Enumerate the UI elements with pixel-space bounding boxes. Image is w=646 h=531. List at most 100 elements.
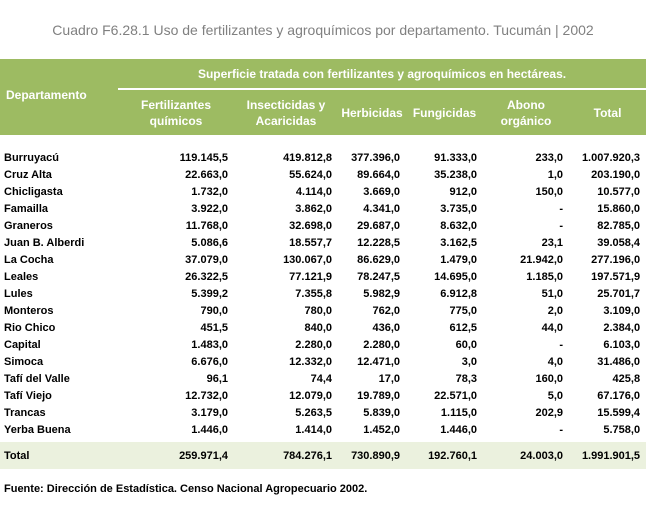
row-value-cell: 22.571,0 (434, 389, 477, 402)
row-value-cell: 6.103,0 (603, 338, 641, 351)
row-value-cell: 912,0 (449, 185, 477, 198)
table-title: Cuadro F6.28.1 Uso de fertilizantes y ag… (52, 22, 594, 38)
row-value-cell: 78.247,5 (357, 270, 400, 283)
row-value-cell: 19.789,0 (357, 389, 400, 402)
row-value-cell: - (559, 423, 563, 436)
row-value-cell: 10.577,0 (597, 185, 641, 198)
row-value-cell: 77.121,9 (289, 270, 332, 283)
row-departamento: Monteros (4, 304, 54, 317)
row-value-cell: 5,0 (547, 389, 563, 402)
row-value-cell: 39.058,4 (597, 236, 641, 249)
row-value-cell: 1.115,0 (440, 406, 477, 419)
row-departamento: Famailla (4, 202, 49, 215)
total-label: Total (0, 442, 118, 469)
row-value-cell: 5.982,9 (363, 287, 400, 300)
row-value-cell: 12.732,0 (185, 389, 228, 402)
table-footer: Total 259.971,4 784.276,1 730.890,9 192.… (0, 442, 646, 469)
source-note: Fuente: Dirección de Estadística. Censo … (4, 483, 368, 495)
row-value-cell: 1.479,0 (440, 253, 477, 266)
page: Cuadro F6.28.1 Uso de fertilizantes y ag… (0, 0, 646, 531)
row-value-cell: 233,0 (535, 151, 563, 164)
row-value-cell: 377.396,0 (351, 151, 400, 164)
row-value-cell: 3.109,0 (603, 304, 641, 317)
row-value-cell: 1,0 (547, 168, 563, 181)
row-value-cell: 12.471,0 (357, 355, 400, 368)
row-value-cell: 96,1 (206, 372, 228, 385)
row-departamento: Trancas (4, 406, 46, 419)
table-row: Simoca 6.676,0 12.332,0 12.471,0 3,0 4,0 31.48… (0, 353, 646, 370)
row-departamento: Capital (4, 338, 41, 351)
header-fungicidas: Fungicidas (406, 89, 483, 135)
row-value-cell: 840,0 (304, 321, 332, 334)
row-value-cell: 3.922,0 (191, 202, 228, 215)
row-value-cell: 91.333,0 (434, 151, 477, 164)
row-value-cell: 451,5 (200, 321, 228, 334)
row-value-cell: 23,1 (541, 236, 563, 249)
row-departamento: Graneros (4, 219, 53, 232)
row-value-cell: 1.446,0 (191, 423, 228, 436)
table-row: Trancas 3.179,0 5.263,5 5.839,0 1.115,0 202,9… (0, 404, 646, 421)
row-value-cell: 277.196,0 (591, 253, 641, 266)
row-value-cell: 1.185,0 (526, 270, 563, 283)
header-abono: Abono orgánico (483, 89, 569, 135)
row-value-cell: 11.768,0 (185, 219, 228, 232)
table-row: Burruyacú 119.145,5 419.812,8 377.396,0 91.3… (0, 149, 646, 166)
row-value-cell: 55.624,0 (289, 168, 332, 181)
row-value-cell: 14.695,0 (434, 270, 477, 283)
row-value-cell: 82.785,0 (597, 219, 641, 232)
row-value-cell: 197.571,9 (591, 270, 641, 283)
row-value-cell: 74,4 (310, 372, 332, 385)
row-value-cell: 6.912,8 (440, 287, 477, 300)
row-value-cell: 150,0 (535, 185, 563, 198)
row-value-cell: 67.176,0 (597, 389, 641, 402)
total-cell: 784.276,1 (234, 442, 338, 469)
row-departamento: Tafí Viejo (4, 389, 52, 402)
row-value-cell: 5.399,2 (191, 287, 228, 300)
row-value-cell: 86.629,0 (357, 253, 400, 266)
row-value-cell: 5.086,6 (191, 236, 228, 249)
header-herbicidas: Herbicidas (338, 89, 406, 135)
row-value-cell: 37.079,0 (185, 253, 228, 266)
table-row: Leales 26.322,5 77.121,9 78.247,5 14.695,0 1.… (0, 268, 646, 285)
row-value-cell: - (559, 219, 563, 232)
table-row: Graneros 11.768,0 32.698,0 29.687,0 8.632,0 -… (0, 217, 646, 234)
header-insecticidas: Insecticidas y Acaricidas (234, 89, 338, 135)
row-value-cell: 119.145,5 (179, 151, 228, 164)
row-value-cell: 5.839,0 (363, 406, 400, 419)
header-total: Total (569, 89, 646, 135)
row-value-cell: 12.228,5 (357, 236, 400, 249)
row-departamento: Lules (4, 287, 33, 300)
table-row: Tafí del Valle 96,1 74,4 17,0 78,3 160,0 425,8 (0, 370, 646, 387)
row-value-cell: 2,0 (547, 304, 563, 317)
row-value-cell: 18.557,7 (289, 236, 332, 249)
row-departamento: La Cocha (4, 253, 54, 266)
row-value-cell: 5.758,0 (603, 423, 641, 436)
row-value-cell: 1.452,0 (363, 423, 400, 436)
row-value-cell: 7.355,8 (295, 287, 332, 300)
row-value-cell: 775,0 (449, 304, 477, 317)
row-value-cell: 3.735,0 (440, 202, 477, 215)
row-value-cell: 203.190,0 (591, 168, 641, 181)
row-value-cell: 419.812,8 (283, 151, 332, 164)
row-value-cell: 78,3 (455, 372, 477, 385)
row-departamento: Burruyacú (4, 151, 60, 164)
row-value-cell: 3.669,0 (363, 185, 400, 198)
row-value-cell: 2.280,0 (295, 338, 332, 351)
row-value-cell: 425,8 (612, 372, 641, 385)
row-value-cell: 202,9 (535, 406, 563, 419)
table-header: Departamento Superficie tratada con fert… (0, 59, 646, 135)
table-row: Chicligasta 1.732,0 4.114,0 3.669,0 912,0 150… (0, 183, 646, 200)
row-value-cell: 12.079,0 (289, 389, 332, 402)
row-value-cell: 89.664,0 (357, 168, 400, 181)
row-value-cell: 29.687,0 (357, 219, 400, 232)
row-value-cell: 4.114,0 (295, 185, 332, 198)
table-row: Lules 5.399,2 7.355,8 5.982,9 6.912,8 51,0 25.… (0, 285, 646, 302)
row-departamento: Chicligasta (4, 185, 63, 198)
row-value-cell: 3.179,0 (191, 406, 228, 419)
header-departamento: Departamento (0, 59, 118, 135)
row-value-cell: 1.732,0 (191, 185, 228, 198)
total-cell: 259.971,4 (118, 442, 234, 469)
table-row: Cruz Alta 22.663,0 55.624,0 89.664,0 35.238,… (0, 166, 646, 183)
table-row: Juan B. Alberdi 5.086,6 18.557,7 12.228,5 3.… (0, 234, 646, 251)
row-departamento: Rio Chico (4, 321, 56, 334)
